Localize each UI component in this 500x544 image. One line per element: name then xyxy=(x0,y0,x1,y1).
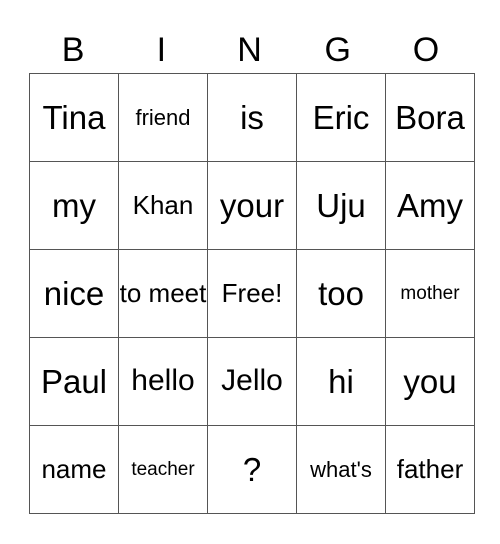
bingo-cell[interactable]: Paul xyxy=(29,337,119,426)
bingo-cell[interactable]: ? xyxy=(207,425,297,514)
bingo-cell[interactable]: name xyxy=(29,425,119,514)
bingo-row: Tina friend is Eric Bora xyxy=(29,73,475,162)
bingo-card: Tina friend is Eric Bora my Khan your Uj… xyxy=(29,73,475,514)
bingo-cell[interactable]: Amy xyxy=(385,161,475,250)
header-letter-g: G xyxy=(324,31,351,69)
bingo-cell[interactable]: mother xyxy=(385,249,475,338)
bingo-cell[interactable]: nice xyxy=(29,249,119,338)
bingo-cell[interactable]: Tina xyxy=(29,73,119,162)
bingo-cell[interactable]: father xyxy=(385,425,475,514)
bingo-cell[interactable]: too xyxy=(296,249,386,338)
header-letter-o: O xyxy=(412,31,440,69)
free-space-cell[interactable]: Free! xyxy=(207,249,297,338)
bingo-header: B I N G O xyxy=(29,28,470,72)
bingo-cell[interactable]: Uju xyxy=(296,161,386,250)
bingo-cell[interactable]: hi xyxy=(296,337,386,426)
bingo-cell[interactable]: my xyxy=(29,161,119,250)
bingo-row: my Khan your Uju Amy xyxy=(29,161,475,250)
bingo-cell[interactable]: Bora xyxy=(385,73,475,162)
header-letter-i: I xyxy=(156,31,167,69)
header-letter-n: N xyxy=(237,31,262,69)
bingo-cell[interactable]: your xyxy=(207,161,297,250)
bingo-cell[interactable]: Eric xyxy=(296,73,386,162)
bingo-cell[interactable]: what's xyxy=(296,425,386,514)
header-letter-b: B xyxy=(61,31,85,69)
bingo-cell[interactable]: Khan xyxy=(118,161,208,250)
bingo-cell[interactable]: to meet xyxy=(118,249,208,338)
bingo-cell[interactable]: Jello xyxy=(207,337,297,426)
bingo-row: nice to meet Free! too mother xyxy=(29,249,475,338)
bingo-cell[interactable]: teacher xyxy=(118,425,208,514)
bingo-row: Paul hello Jello hi you xyxy=(29,337,475,426)
bingo-cell[interactable]: is xyxy=(207,73,297,162)
bingo-cell[interactable]: hello xyxy=(118,337,208,426)
bingo-cell[interactable]: you xyxy=(385,337,475,426)
bingo-row: name teacher ? what's father xyxy=(29,425,475,514)
bingo-cell[interactable]: friend xyxy=(118,73,208,162)
